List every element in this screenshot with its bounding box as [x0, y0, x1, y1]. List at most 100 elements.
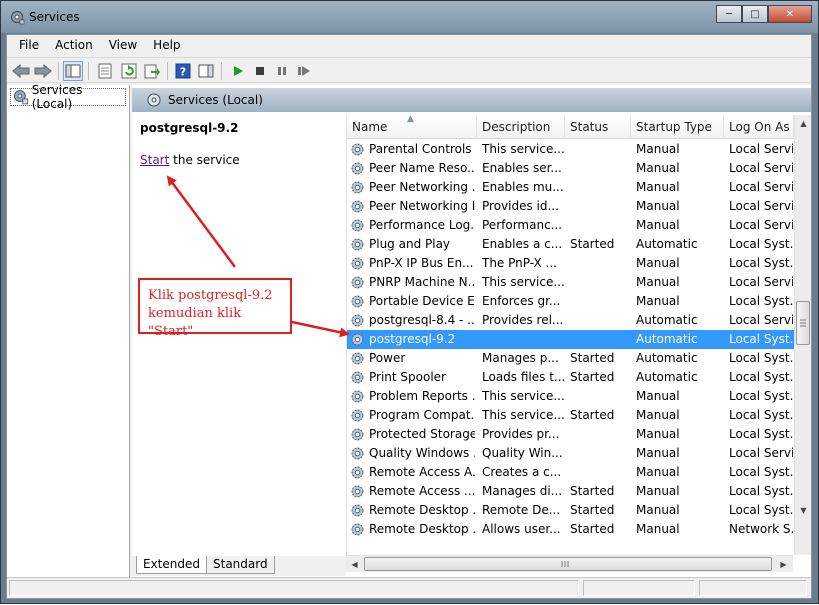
- toolbar-separator: [221, 62, 222, 80]
- row-log-on-as: Local Syst...: [729, 332, 793, 346]
- row-startup-type: Manual: [636, 275, 680, 289]
- row-startup-type: Automatic: [636, 313, 698, 327]
- menu-action[interactable]: Action: [47, 38, 101, 52]
- restart-icon[interactable]: [294, 61, 314, 81]
- row-description: Enables ser...: [482, 161, 562, 175]
- table-row[interactable]: Performance Log... Performanc... Manual Loc…: [347, 216, 794, 235]
- table-row[interactable]: Peer Networking ... Enables mu... Manual Lo…: [347, 178, 794, 197]
- services-window: Services ─ □ ✕ File Action View Help ? S…: [0, 0, 819, 604]
- row-name: Peer Name Reso...: [369, 161, 475, 175]
- action-pane-icon[interactable]: [196, 61, 216, 81]
- maximize-button[interactable]: □: [742, 5, 768, 23]
- row-status: [570, 159, 630, 178]
- menu-view[interactable]: View: [101, 38, 145, 52]
- export-list-icon[interactable]: [142, 61, 162, 81]
- row-startup-type: Manual: [636, 180, 680, 194]
- service-gear-icon: [351, 162, 364, 175]
- row-log-on-as: Local Servi...: [729, 313, 793, 327]
- properties-icon[interactable]: [95, 61, 115, 81]
- row-description: This service...: [482, 142, 564, 156]
- stop-icon[interactable]: [250, 61, 270, 81]
- table-row[interactable]: Plug and Play Enables a c... Started Automa…: [347, 235, 794, 254]
- menu-help[interactable]: Help: [145, 38, 188, 52]
- horizontal-scrollbar[interactable]: ◀ ▶: [346, 555, 793, 572]
- column-header-name[interactable]: ▲ Name: [347, 115, 477, 139]
- status-segment: [583, 580, 695, 596]
- table-row[interactable]: PnP-X IP Bus En... The PnP-X ... Manual Loc…: [347, 254, 794, 273]
- tab-standard[interactable]: Standard: [206, 556, 275, 574]
- refresh-icon[interactable]: [119, 61, 139, 81]
- row-name: Peer Networking I...: [369, 199, 475, 213]
- table-row[interactable]: Protected Storage Provides pr... Manual Loc…: [347, 425, 794, 444]
- row-name: Parental Controls: [369, 142, 472, 156]
- forward-arrow-icon[interactable]: [33, 61, 53, 81]
- console-tree: Services (Local): [7, 83, 130, 577]
- service-gear-icon: [351, 523, 364, 536]
- table-row[interactable]: Print Spooler Loads files t... Started Auto…: [347, 368, 794, 387]
- close-button[interactable]: ✕: [768, 5, 812, 23]
- column-header-log-on-as[interactable]: Log On As: [724, 115, 794, 139]
- table-row[interactable]: PNRP Machine N... This service... Manual Lo…: [347, 273, 794, 292]
- column-header-startup-type[interactable]: Startup Type: [631, 115, 724, 139]
- table-row[interactable]: postgresql-8.4 - ... Provides rel... Autom…: [347, 311, 794, 330]
- row-startup-type: Automatic: [636, 332, 698, 346]
- row-name: Program Compat...: [369, 408, 475, 422]
- table-row[interactable]: Parental Controls This service... Manual Lo…: [347, 140, 794, 159]
- start-service-link[interactable]: Start: [140, 153, 169, 167]
- vertical-scrollbar[interactable]: ▲ ▼: [794, 115, 811, 555]
- scroll-right-icon[interactable]: ▶: [775, 556, 792, 573]
- table-row[interactable]: Remote Access A... Creates a c... Manual Lo…: [347, 463, 794, 482]
- title-bar[interactable]: Services ─ □ ✕: [1, 1, 818, 33]
- table-row[interactable]: Peer Name Reso... Enables ser... Manual Loc…: [347, 159, 794, 178]
- pause-icon[interactable]: [272, 61, 292, 81]
- table-row[interactable]: Remote Desktop ... Remote De... Started Man…: [347, 501, 794, 520]
- row-log-on-as: Local Servi...: [729, 446, 793, 460]
- table-row[interactable]: Problem Reports ... This service... Manual…: [347, 387, 794, 406]
- row-description: Enables mu...: [482, 180, 564, 194]
- row-startup-type: Manual: [636, 408, 680, 422]
- table-row[interactable]: Quality Windows ... Quality Win... Manual L…: [347, 444, 794, 463]
- row-status: [570, 330, 630, 349]
- row-startup-type: Manual: [636, 503, 680, 517]
- row-description: [482, 330, 564, 349]
- column-header-status[interactable]: Status: [565, 115, 631, 139]
- table-row-selected[interactable]: postgresql-9.2 Automatic Local Syst...: [347, 330, 794, 349]
- menu-file[interactable]: File: [11, 38, 47, 52]
- tree-item-services-local[interactable]: Services (Local): [10, 83, 126, 111]
- row-name: Performance Log...: [369, 218, 475, 232]
- services-list: ▲ Name Description Status Startup Type L…: [346, 115, 811, 555]
- toolbar-separator: [167, 62, 168, 80]
- back-arrow-icon[interactable]: [11, 61, 31, 81]
- table-row[interactable]: Remote Desktop ... Allows user... Started M…: [347, 520, 794, 539]
- row-log-on-as: Local Servi...: [729, 275, 793, 289]
- row-log-on-as: Local Servi...: [729, 161, 793, 175]
- column-header-description[interactable]: Description: [477, 115, 565, 139]
- table-row[interactable]: Power Manages p... Started Automatic Local S…: [347, 349, 794, 368]
- row-description: Manages di...: [482, 484, 563, 498]
- help-icon[interactable]: ?: [173, 61, 193, 81]
- service-gear-icon: [351, 181, 364, 194]
- table-row[interactable]: Remote Access ... Manages di... Started Man…: [347, 482, 794, 501]
- tab-extended[interactable]: Extended: [136, 556, 207, 574]
- row-status: [570, 425, 630, 444]
- minimize-button[interactable]: ─: [716, 5, 742, 23]
- row-description: Provides pr...: [482, 427, 560, 441]
- play-icon[interactable]: [228, 61, 248, 81]
- scroll-left-icon[interactable]: ◀: [346, 556, 363, 573]
- row-status: Started: [570, 370, 615, 384]
- scroll-down-icon[interactable]: ▼: [795, 502, 811, 519]
- row-startup-type: Manual: [636, 161, 680, 175]
- horizontal-scroll-thumb[interactable]: [364, 557, 772, 571]
- row-startup-type: Manual: [636, 294, 680, 308]
- scroll-up-icon[interactable]: ▲: [795, 115, 811, 132]
- service-gear-icon: [351, 238, 364, 251]
- vertical-scroll-thumb[interactable]: [796, 301, 810, 345]
- status-segment: [9, 580, 579, 596]
- annotation-callout: Klik postgresql-9.2 kemudian klik "Start…: [138, 278, 292, 339]
- table-row[interactable]: Peer Networking I... Provides id... Manual…: [347, 197, 794, 216]
- console-tree-icon[interactable]: [63, 61, 83, 81]
- row-description: Allows user...: [482, 522, 561, 536]
- table-row[interactable]: Program Compat... This service... Started M…: [347, 406, 794, 425]
- selected-service-name: postgresql-9.2: [140, 121, 239, 135]
- table-row[interactable]: Portable Device E... Enforces gr... Manual…: [347, 292, 794, 311]
